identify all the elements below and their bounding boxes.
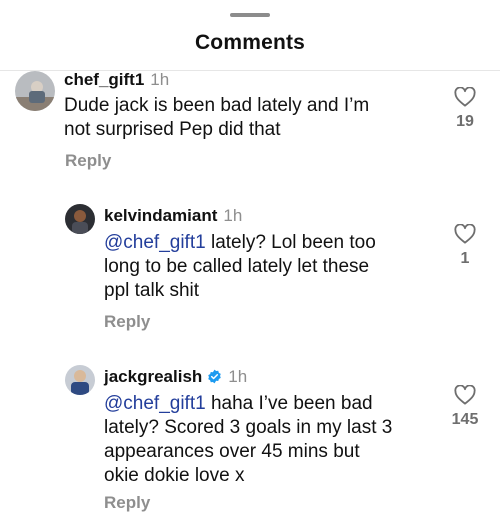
comment-text-line: okie dokie love x bbox=[104, 465, 245, 486]
page-title: Comments bbox=[194, 31, 306, 54]
reply-button[interactable]: Reply bbox=[104, 312, 150, 332]
like-count: 19 bbox=[456, 113, 474, 130]
comment-text-line: long to be called lately let these bbox=[104, 256, 370, 277]
comment-timestamp: 1h bbox=[150, 70, 170, 89]
reply-button[interactable]: Reply bbox=[104, 493, 150, 513]
like-count: 1 bbox=[460, 250, 470, 267]
comment-text-line: ppl talk shit bbox=[104, 280, 200, 301]
comment-text-line: not surprised Pep did that bbox=[64, 119, 281, 140]
mention-link[interactable]: @chef_gift1 bbox=[104, 393, 206, 414]
heart-outline-icon[interactable] bbox=[445, 224, 485, 244]
comment-text-line: appearances over 45 mins but bbox=[104, 441, 360, 462]
comment-timestamp: 1h bbox=[223, 206, 243, 225]
sheet-grabber-handle[interactable] bbox=[230, 13, 270, 17]
comment-timestamp: 1h bbox=[228, 367, 248, 386]
comment-username[interactable]: jackgrealish bbox=[104, 367, 202, 386]
comment-text-line: lately? Scored 3 goals in my last 3 bbox=[104, 417, 393, 438]
comment-username[interactable]: kelvindamiant bbox=[104, 206, 217, 225]
comment-username[interactable]: chef_gift1 bbox=[64, 70, 144, 89]
comment-text-line: Dude jack is been bad lately and I’m bbox=[64, 95, 370, 116]
verified-badge-icon bbox=[207, 369, 222, 389]
comment-text-line: lately? Lol been too bbox=[205, 232, 376, 253]
mention-link[interactable]: @chef_gift1 bbox=[104, 232, 206, 253]
avatar[interactable] bbox=[65, 204, 95, 234]
comment-text-line: haha I’ve been bad bbox=[205, 393, 373, 414]
avatar[interactable] bbox=[15, 71, 55, 111]
like-count: 145 bbox=[451, 411, 479, 428]
avatar[interactable] bbox=[65, 365, 95, 395]
heart-outline-icon[interactable] bbox=[445, 385, 485, 405]
reply-button[interactable]: Reply bbox=[65, 151, 111, 171]
comments-sheet-header: Comments bbox=[0, 0, 500, 70]
heart-outline-icon[interactable] bbox=[445, 87, 485, 107]
